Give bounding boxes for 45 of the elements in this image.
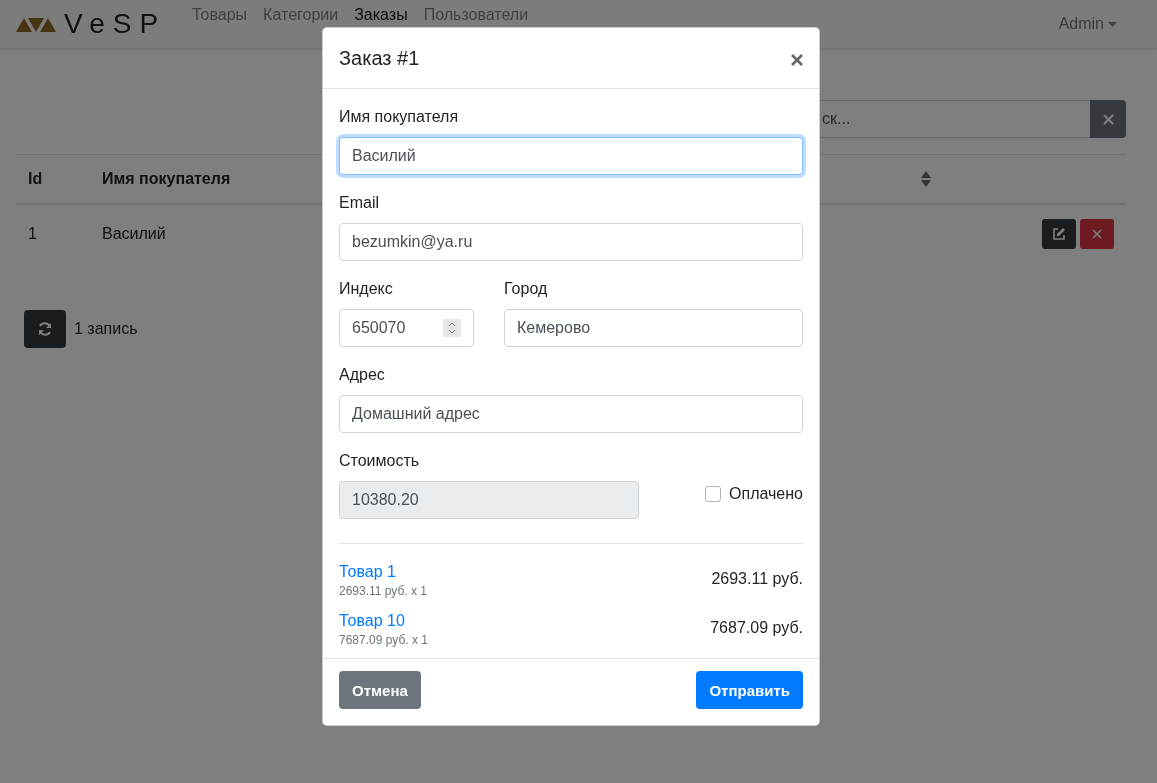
logo-icon	[16, 16, 56, 32]
refresh-icon	[37, 321, 53, 337]
table-cell: Василий	[102, 225, 166, 243]
product-detail: 7687.09 руб. x 1	[339, 633, 428, 647]
close-icon	[1102, 113, 1114, 125]
edit-icon	[1052, 227, 1066, 241]
field-label: Стоимость	[339, 451, 421, 471]
sort-icon[interactable]	[921, 171, 931, 187]
product-link[interactable]: Товар 10	[339, 609, 405, 633]
field-label: Адрес	[339, 365, 386, 385]
email-field[interactable]: bezumkin@ya.ru	[339, 223, 803, 261]
close-icon	[1092, 229, 1102, 239]
record-count: 1 запись	[74, 320, 138, 338]
field-label: Email	[339, 193, 380, 213]
cost-field[interactable]: 10380.20	[339, 481, 639, 519]
refresh-button[interactable]	[24, 310, 66, 348]
product-total: 7687.09 руб.	[710, 619, 803, 637]
name-field[interactable]: Василий	[339, 137, 803, 175]
postcode-field[interactable]: 650070	[339, 309, 474, 347]
submit-button[interactable]: Отправить	[696, 671, 803, 709]
user-menu[interactable]: Admin	[1058, 15, 1117, 33]
paid-checkbox[interactable]: Оплачено	[705, 475, 803, 513]
caret-icon	[1108, 21, 1117, 27]
nav-link[interactable]: Заказы	[354, 6, 408, 24]
close-icon	[791, 54, 803, 66]
edit-button[interactable]	[1042, 219, 1076, 249]
clear-search-button[interactable]	[1090, 100, 1126, 138]
nav-link[interactable]: Пользователи	[423, 6, 529, 24]
address-field[interactable]: Домашний адрес	[339, 395, 803, 433]
nav-link[interactable]: Категории	[263, 6, 339, 24]
cancel-button[interactable]: Отмена	[339, 671, 421, 709]
city-field[interactable]: Кемерово	[504, 309, 803, 347]
product-link[interactable]: Товар 1	[339, 560, 396, 584]
field-label: Имя покупателя	[339, 107, 460, 127]
dialog-title: Заказ #1	[339, 46, 420, 70]
product-detail: 2693.11 руб. x 1	[339, 584, 428, 598]
column-header: Id	[27, 170, 44, 188]
product-total: 2693.11 руб.	[711, 570, 803, 588]
logo-text: VeSP	[64, 8, 167, 40]
field-label: Город	[504, 279, 549, 299]
spinner-icon[interactable]	[443, 319, 461, 337]
table-cell-text: 1	[27, 225, 38, 243]
nav-link[interactable]: Товары	[192, 6, 248, 24]
field-label: Индекс	[339, 279, 394, 299]
column-header: Имя покупателя	[102, 170, 231, 188]
